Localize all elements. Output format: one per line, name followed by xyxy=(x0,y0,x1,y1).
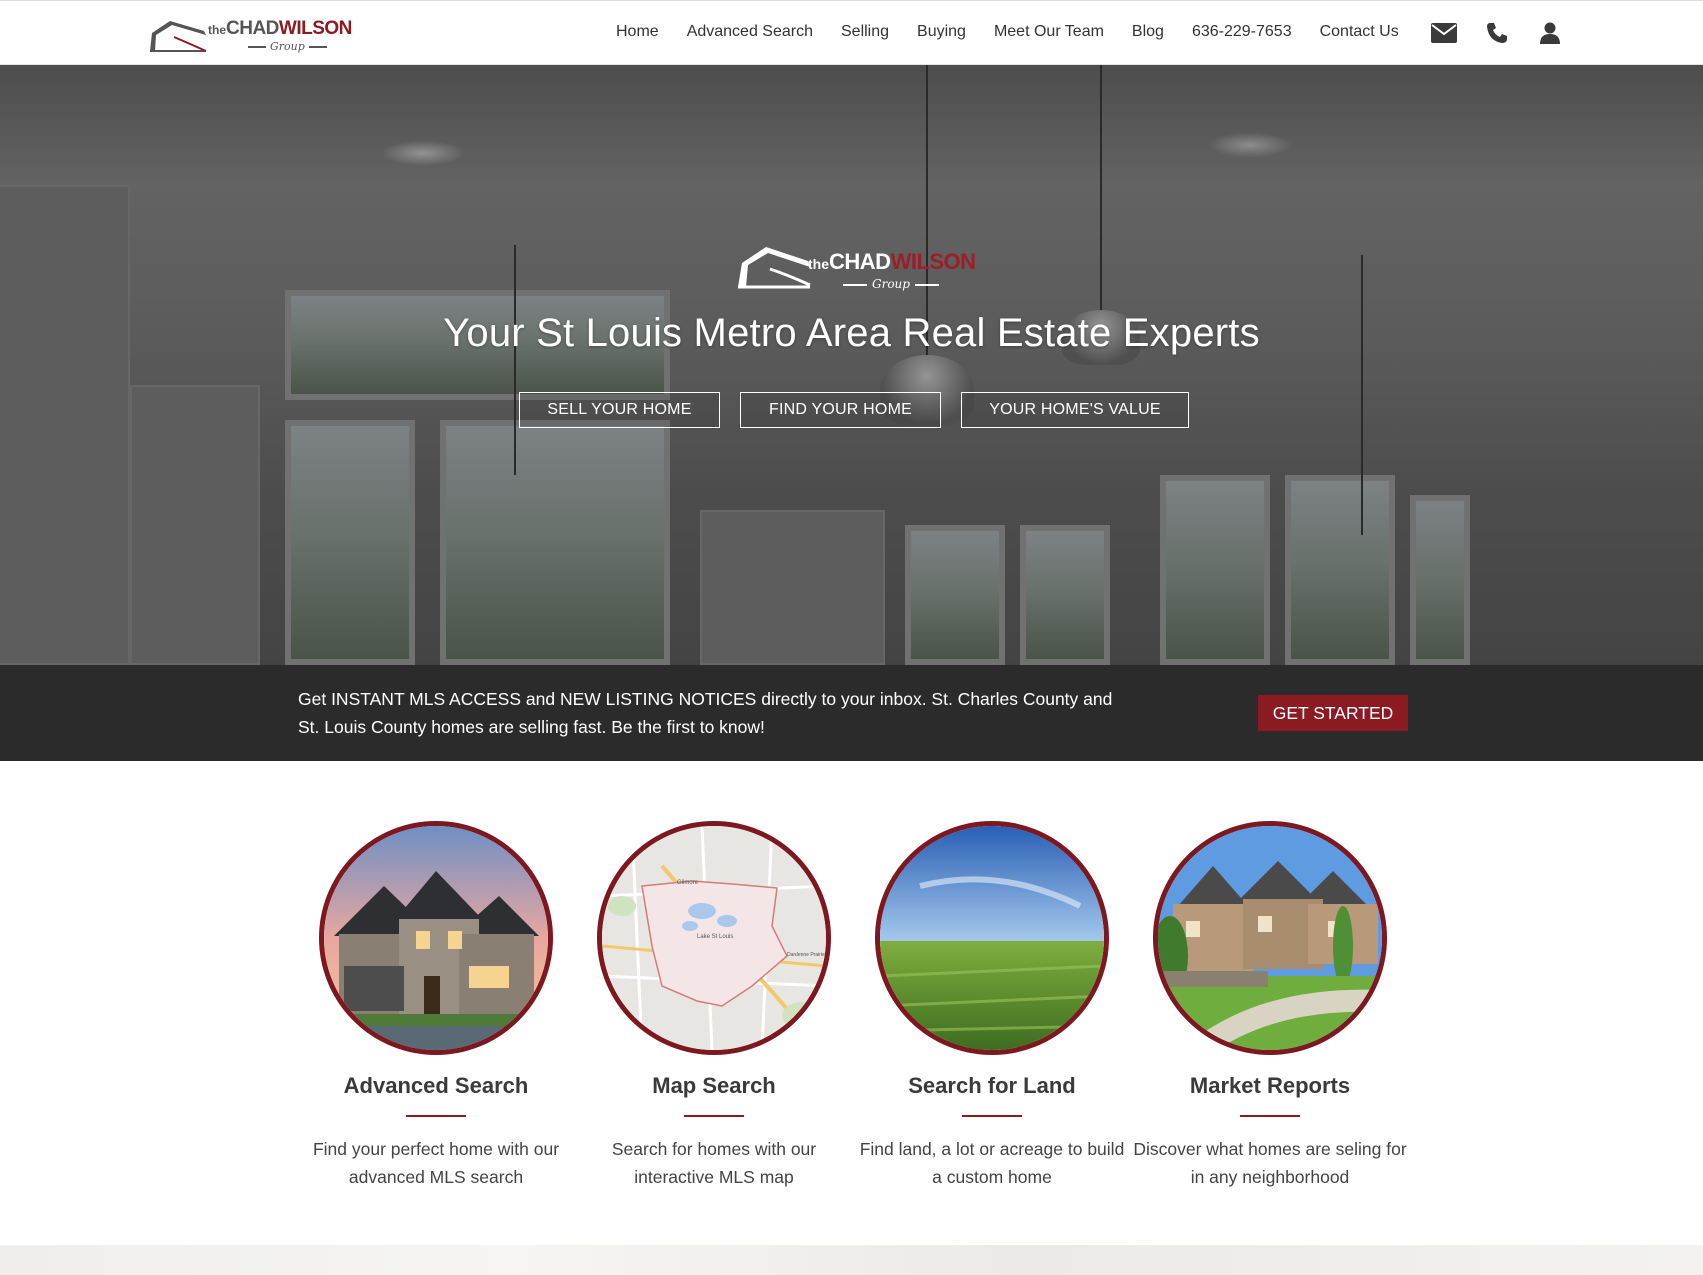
nav-meet-our-team[interactable]: Meet Our Team xyxy=(994,23,1104,41)
feature-description: Discover what homes are seling for in an… xyxy=(1133,1139,1407,1187)
envelope-icon[interactable] xyxy=(1430,19,1458,47)
search-for-land-image[interactable] xyxy=(875,821,1109,1055)
nav-icon-group xyxy=(1430,19,1589,47)
next-section-peek xyxy=(0,1245,1703,1275)
main-nav: Home Advanced Search Selling Buying Meet… xyxy=(616,23,1399,41)
site-logo[interactable]: theCHADWILSON Group xyxy=(148,15,352,55)
feature-divider xyxy=(406,1115,466,1117)
feature-title[interactable]: Advanced Search xyxy=(297,1073,575,1099)
advanced-search-image[interactable] xyxy=(319,821,553,1055)
feature-title[interactable]: Search for Land xyxy=(853,1073,1131,1099)
map-search-image[interactable]: Gilmore Lake St Louis Dardenne Prairie xyxy=(597,821,831,1055)
home-value-button[interactable]: YOUR HOME'S VALUE xyxy=(961,392,1189,428)
feature-advanced-search[interactable]: Advanced Search Find your perfect home w… xyxy=(297,821,575,1191)
feature-title[interactable]: Map Search xyxy=(575,1073,853,1099)
nav-contact-us[interactable]: Contact Us xyxy=(1320,23,1399,41)
nav-phone[interactable]: 636-229-7653 xyxy=(1192,23,1292,41)
market-reports-image[interactable] xyxy=(1153,821,1387,1055)
feature-description: Find land, a lot or acreage to build a c… xyxy=(859,1139,1125,1187)
map-label: Dardenne Prairie xyxy=(787,952,825,958)
mls-signup-text: Get INSTANT MLS ACCESS and NEW LISTING N… xyxy=(298,689,1113,737)
feature-description: Search for homes with our interactive ML… xyxy=(611,1139,817,1187)
feature-title[interactable]: Market Reports xyxy=(1131,1073,1409,1099)
nav-blog[interactable]: Blog xyxy=(1132,23,1164,41)
hero-logo-group-text: Group xyxy=(838,277,944,291)
feature-search-for-land[interactable]: Search for Land Find land, a lot or acre… xyxy=(853,821,1131,1191)
sell-your-home-button[interactable]: SELL YOUR HOME xyxy=(519,392,720,428)
feature-market-reports[interactable]: Market Reports Discover what homes are s… xyxy=(1131,821,1409,1191)
hero-button-group: SELL YOUR HOME FIND YOUR HOME YOUR HOME'… xyxy=(519,392,1189,428)
logo-group-text: Group xyxy=(244,40,331,53)
hero-banner: theCHADWILSON Group Your St Louis Metro … xyxy=(0,65,1703,665)
hero-logo: theCHADWILSON Group xyxy=(736,243,976,293)
get-started-button[interactable]: GET STARTED xyxy=(1258,695,1408,731)
mls-signup-bar: Get INSTANT MLS ACCESS and NEW LISTING N… xyxy=(0,665,1703,761)
nav-advanced-search[interactable]: Advanced Search xyxy=(687,23,813,41)
feature-description: Find your perfect home with our advanced… xyxy=(312,1139,560,1187)
hero-overlay xyxy=(0,65,1703,665)
map-label: Gilmore xyxy=(677,880,699,886)
user-icon[interactable] xyxy=(1536,19,1564,47)
find-your-home-button[interactable]: FIND YOUR HOME xyxy=(740,392,941,428)
nav-home[interactable]: Home xyxy=(616,23,659,41)
house-logo-icon xyxy=(150,21,207,52)
nav-selling[interactable]: Selling xyxy=(841,23,889,41)
top-navbar: theCHADWILSON Group Home Advanced Search… xyxy=(0,0,1703,65)
hero-house-logo-icon xyxy=(738,247,811,289)
feature-divider xyxy=(1240,1115,1300,1117)
feature-divider xyxy=(962,1115,1022,1117)
nav-buying[interactable]: Buying xyxy=(917,23,966,41)
hero-logo-wordmark: theCHADWILSON xyxy=(808,249,976,274)
features-section: Advanced Search Find your perfect home w… xyxy=(0,761,1703,1261)
hero-title: Your St Louis Metro Area Real Estate Exp… xyxy=(443,311,1260,355)
phone-icon[interactable] xyxy=(1483,19,1511,47)
logo-wordmark: theCHADWILSON xyxy=(208,18,352,39)
feature-divider xyxy=(684,1115,744,1117)
map-label: Lake St Louis xyxy=(697,934,733,940)
feature-map-search[interactable]: Gilmore Lake St Louis Dardenne Prairie M… xyxy=(575,821,853,1191)
